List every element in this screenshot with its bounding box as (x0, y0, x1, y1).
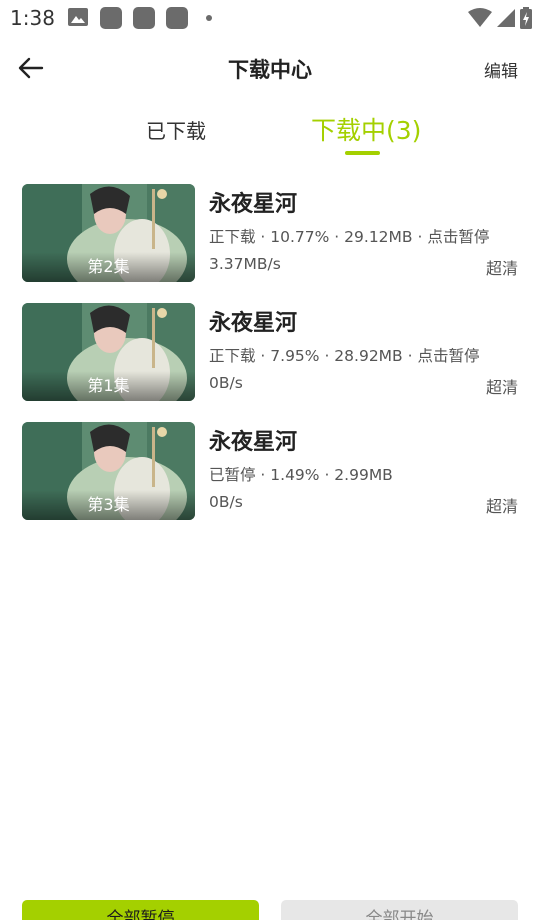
notification-icon (133, 7, 155, 29)
download-speed: 0B/s (209, 493, 243, 511)
tab-downloaded[interactable]: 已下载 (146, 115, 206, 167)
image-icon (68, 8, 88, 26)
episode-label: 第1集 (22, 371, 195, 401)
status-time: 1:38 (10, 6, 55, 30)
download-status: 正下载 · 7.95% · 28.92MB · 点击暂停 (209, 347, 480, 365)
video-thumbnail: 第1集 (22, 303, 195, 401)
status-bar: 1:38 (0, 0, 540, 36)
download-speed: 3.37MB/s (209, 255, 281, 273)
top-app-bar: 下载中心 编辑 (0, 44, 540, 92)
back-button[interactable] (14, 52, 50, 84)
video-quality: 超清 (485, 497, 518, 516)
video-thumbnail: 第3集 (22, 422, 195, 520)
video-title: 永夜星河 (209, 311, 298, 336)
wifi-icon (468, 8, 492, 27)
video-title: 永夜星河 (209, 192, 298, 217)
signal-icon (497, 9, 515, 27)
video-quality: 超清 (485, 378, 518, 397)
edit-button[interactable]: 编辑 (484, 57, 518, 82)
arrow-left-icon (18, 57, 44, 79)
notification-icon (166, 7, 188, 29)
download-status: 已暂停 · 1.49% · 2.99MB (209, 466, 393, 484)
tab-label: 下载中(3) (311, 116, 422, 145)
video-quality: 超清 (485, 259, 518, 278)
system-icons (468, 6, 532, 30)
tab-bar: 已下载 下载中(3) (0, 108, 540, 160)
dot-icon (206, 15, 212, 21)
tab-label: 已下载 (146, 119, 206, 143)
download-item[interactable]: 第2集 永夜星河 正下载 · 10.77% · 29.12MB · 点击暂停 3… (22, 184, 518, 282)
notification-icon (100, 7, 122, 29)
download-speed: 0B/s (209, 374, 243, 392)
download-center-screen: 1:38 下载中心 编辑 已下载 下载中(3) 第2集 永夜星河 正下载 · 1… (0, 0, 540, 920)
download-item[interactable]: 第3集 永夜星河 已暂停 · 1.49% · 2.99MB 0B/s 超清 (22, 422, 518, 520)
start-all-button[interactable]: 全部开始 (281, 900, 518, 920)
battery-charging-icon (520, 7, 532, 29)
pause-all-button[interactable]: 全部暂停 (22, 900, 259, 920)
tab-downloading[interactable]: 下载中(3) (311, 111, 421, 163)
download-status: 正下载 · 10.77% · 29.12MB · 点击暂停 (209, 228, 490, 246)
page-title: 下载中心 (228, 58, 312, 82)
episode-label: 第2集 (22, 252, 195, 282)
episode-label: 第3集 (22, 490, 195, 520)
active-tab-indicator (345, 151, 380, 155)
download-item[interactable]: 第1集 永夜星河 正下载 · 7.95% · 28.92MB · 点击暂停 0B… (22, 303, 518, 401)
bottom-action-bar: 全部暂停 全部开始 (0, 900, 540, 920)
video-title: 永夜星河 (209, 430, 298, 455)
video-thumbnail: 第2集 (22, 184, 195, 282)
